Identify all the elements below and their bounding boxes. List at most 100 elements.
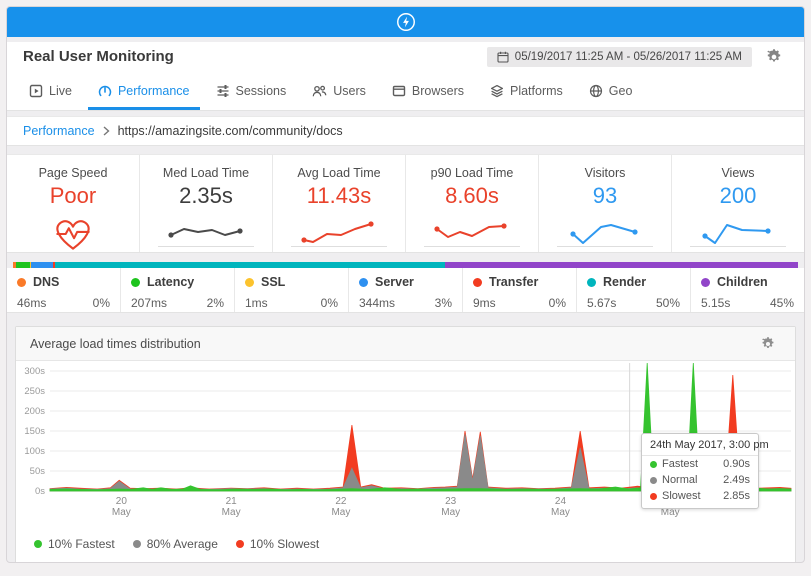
card-label: Visitors [584,166,626,180]
timing-cell-render: Render 5.67s 50% [576,268,690,312]
svg-text:300s: 300s [24,366,45,377]
tab-geo[interactable]: Geo [579,77,643,110]
svg-text:0s: 0s [35,486,45,497]
slowest-dot-icon [650,492,657,500]
timing-percent: 2% [206,296,224,310]
sparkline-chart [434,223,507,238]
svg-text:May: May [112,507,131,518]
card-visitors: Visitors 93 [538,155,671,252]
timing-value: 207ms [131,296,168,310]
legend-item-slowest[interactable]: 10% Slowest [235,537,319,551]
breadcrumb-performance-link[interactable]: Performance [23,124,95,138]
svg-text:21: 21 [226,496,238,507]
tab-platforms[interactable]: Platforms [480,77,573,110]
svg-text:250s: 250s [24,386,45,397]
tab-sessions[interactable]: Sessions [206,77,297,110]
sparkline-chart [168,228,243,238]
panel-settings-button[interactable] [761,336,775,351]
timing-percent: 0% [92,296,110,310]
chart-legend: 10% Fastest 80% Average 10% Slowest [16,519,795,562]
chevron-right-icon [103,126,110,136]
timing-percent: 0% [548,296,566,310]
timing-percent: 0% [320,296,338,310]
rum-dashboard-window: Real User Monitoring 05/19/2017 11:25 AM… [6,6,805,563]
fastest-dot-icon [650,460,657,468]
legend-item-fastest[interactable]: 10% Fastest [34,537,115,551]
svg-text:May: May [331,507,350,518]
legend-item-average[interactable]: 80% Average [132,537,218,551]
card-label: Views [721,166,755,180]
panel-title: Average load times distribution [30,336,201,351]
tooltip-title: 24th May 2017, 3:00 pm [642,434,769,456]
timing-cell-dns: DNS 46ms 0% [17,275,110,310]
timing-cell-latency: Latency 207ms 2% [120,268,234,312]
gear-icon [766,48,782,65]
top-app-bar [7,7,804,37]
lightning-icon[interactable] [395,11,417,33]
svg-text:200s: 200s [24,406,45,417]
timing-cell-ssl: SSL 1ms 0% [234,268,348,312]
card-avg-load-time: Avg Load Time 11.43s [272,155,405,252]
card-label: Avg Load Time [297,166,381,180]
globe-icon [589,84,603,98]
svg-text:May: May [222,507,241,518]
load-times-chart[interactable]: 0s 50s 100s 150s 200s 250s 300s 20 May 21 May 22 May… [16,361,795,519]
card-p90-load-time: p90 Load Time 8.60s [405,155,538,252]
children-dot-icon [701,277,710,287]
svg-text:May: May [441,507,460,518]
svg-text:May: May [551,507,570,518]
tab-live[interactable]: Live [19,77,82,110]
timing-value: 46ms [17,296,47,310]
timing-value: 9ms [473,296,496,310]
tab-performance[interactable]: Performance [87,77,200,110]
card-label: p90 Load Time [430,166,514,180]
tab-users[interactable]: Users [302,77,376,110]
breadcrumb-url: https://amazingsite.com/community/docs [117,124,343,138]
dns-dot-icon [17,277,26,287]
browser-icon [392,84,406,98]
sparkline-chart [570,224,638,244]
render-dot-icon [587,277,596,287]
card-med-load-time: Med Load Time 2.35s [139,155,272,252]
svg-text:150s: 150s [24,426,45,437]
card-value: 93 [592,183,618,208]
transfer-dot-icon [473,277,482,287]
legend-fastest-dot-icon [34,540,42,548]
sparkline-chart [702,224,771,244]
card-views: Views 200 [671,155,804,252]
timing-percent: 45% [769,296,794,310]
tab-browsers[interactable]: Browsers [382,77,474,110]
chart-tooltip: 24th May 2017, 3:00 pm Fastest 0.90s Norm… [641,433,769,509]
users-icon [312,84,327,98]
sessions-icon [216,84,230,98]
gear-icon [761,336,775,351]
svg-text:100s: 100s [24,446,45,457]
card-value: 8.60s [445,183,499,208]
card-value: 2.35s [179,183,233,208]
svg-text:20: 20 [116,496,128,507]
card-value: Poor [49,183,97,208]
timing-percent: 3% [434,296,452,310]
load-times-panel: Average load times distribution 0s 50s 100… [15,326,796,562]
card-label: Med Load Time [162,166,250,180]
timing-value: 5.67s [587,296,617,310]
settings-button[interactable] [766,48,782,65]
main-tabs: Live Performance Sessions Users Browsers… [7,77,804,110]
timing-value: 5.15s [701,296,731,310]
page-title: Real User Monitoring [23,48,174,65]
platforms-icon [490,84,504,98]
header-block: Real User Monitoring 05/19/2017 11:25 AM… [7,42,804,111]
legend-average-dot-icon [132,540,141,548]
latency-dot-icon [131,277,140,287]
timing-value: 1ms [245,296,268,310]
date-range-picker[interactable]: 05/19/2017 11:25 AM - 05/26/2017 11:25 A… [486,46,752,67]
card-page-speed: Page Speed Poor [7,155,139,252]
card-value: 11.43s [306,183,372,208]
date-range-text: 05/19/2017 11:25 AM - 05/26/2017 11:25 A… [514,50,742,63]
card-value: 200 [719,183,757,208]
normal-dot-icon [650,476,657,484]
timing-value: 344ms [359,296,396,310]
svg-text:50s: 50s [30,466,46,477]
legend-slowest-dot-icon [235,540,244,548]
calendar-icon [497,51,509,63]
